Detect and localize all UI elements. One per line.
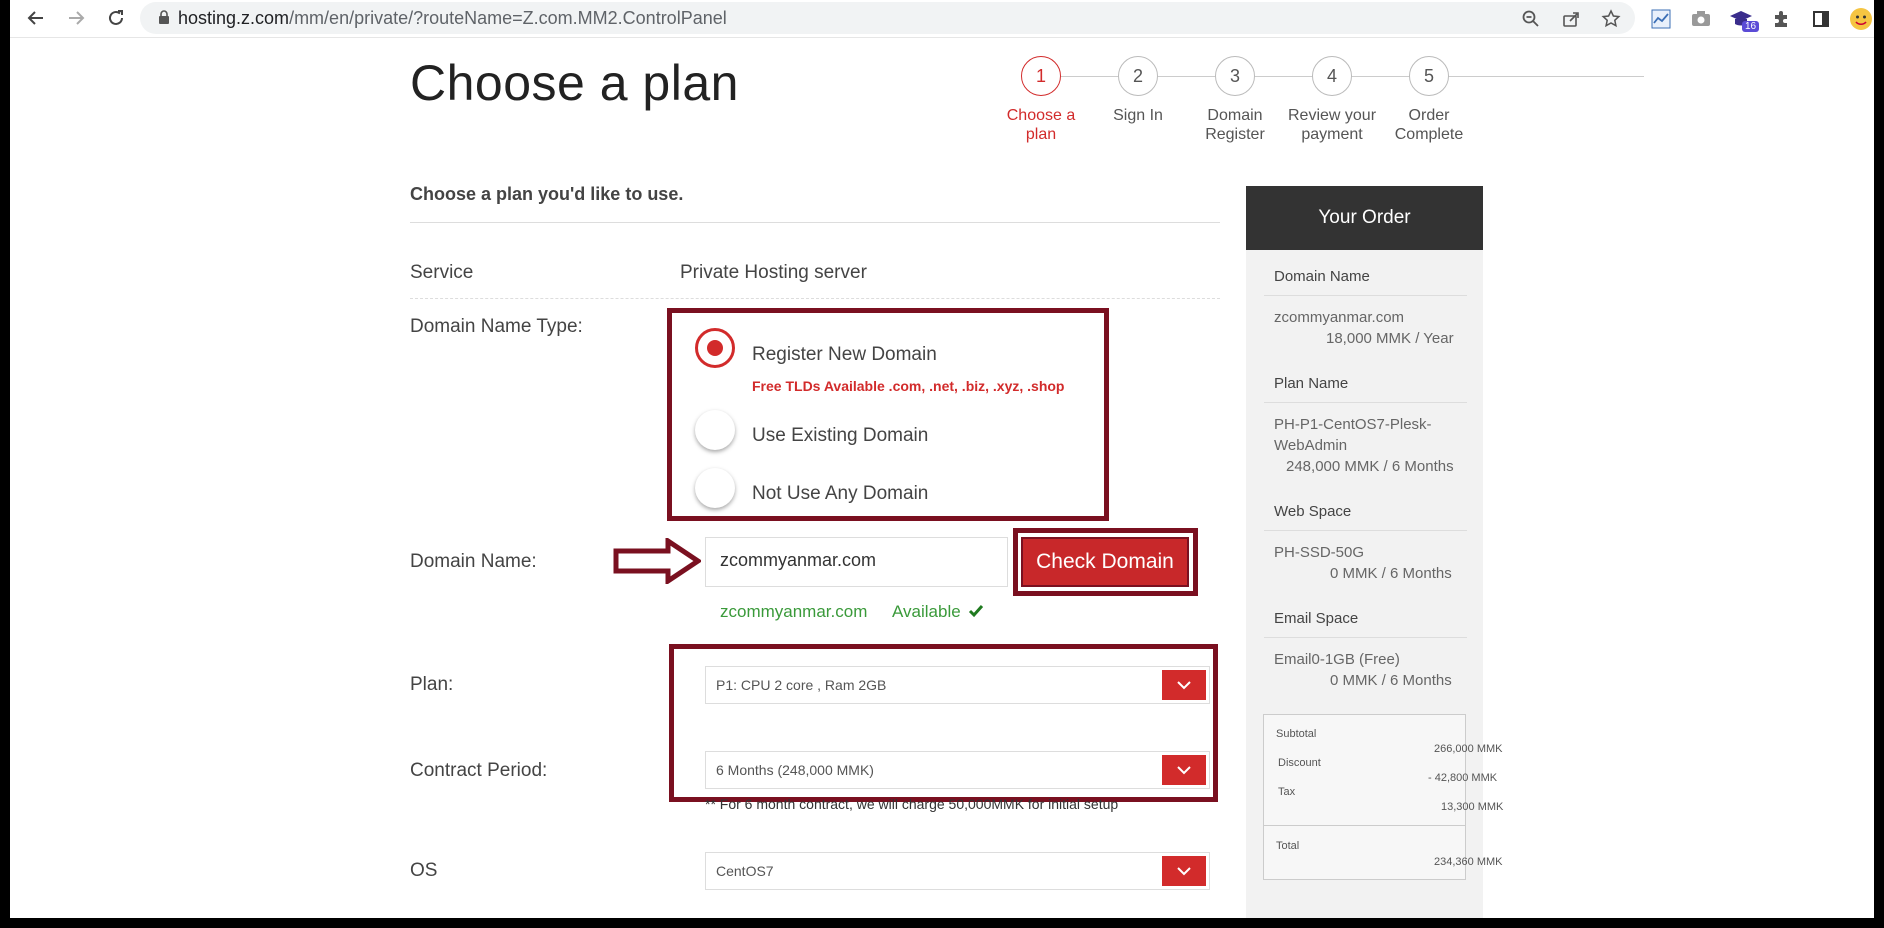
- divider: [1264, 825, 1465, 826]
- step-label: Domain Register: [1205, 107, 1265, 143]
- order-email-price: 0 MMK / 6 Months: [1330, 672, 1452, 689]
- chevron-down-icon[interactable]: [1162, 670, 1206, 700]
- order-plan-name: PH-P1-CentOS7-Plesk-WebAdmin: [1274, 416, 1432, 454]
- step-1: 1 Choose a plan: [986, 56, 1096, 144]
- chevron-down-icon[interactable]: [1162, 856, 1206, 886]
- step-2: 2 Sign In: [1083, 56, 1193, 125]
- step-4: 4 Review your payment: [1277, 56, 1387, 144]
- radio-register-new[interactable]: [695, 328, 735, 368]
- step-label: Review your payment: [1287, 107, 1377, 143]
- divider: [1264, 530, 1467, 531]
- browser-toolbar: hosting.z.com/mm/en/private/?routeName=Z…: [10, 0, 1874, 38]
- step-number: 5: [1409, 56, 1449, 96]
- order-domain-heading: Domain Name: [1274, 268, 1370, 285]
- order-webspace-price: 0 MMK / 6 Months: [1330, 565, 1452, 582]
- radio-use-existing-label[interactable]: Use Existing Domain: [752, 425, 928, 447]
- tax-label: Tax: [1278, 786, 1296, 798]
- divider: [410, 298, 1220, 299]
- os-select-value: CentOS7: [716, 863, 774, 879]
- side-panel-icon[interactable]: [1808, 6, 1834, 32]
- screen: hosting.z.com/mm/en/private/?routeName=Z…: [10, 0, 1874, 918]
- tld-note: Free TLDs Available .com, .net, .biz, .x…: [752, 378, 1065, 394]
- order-plan-price: 248,000 MMK / 6 Months: [1286, 458, 1454, 475]
- contract-label: Contract Period:: [410, 760, 548, 781]
- order-domain-name: zcommyanmar.com: [1274, 309, 1405, 326]
- step-number: 4: [1312, 56, 1352, 96]
- order-email: Email0-1GB (Free): [1274, 651, 1400, 668]
- divider: [1264, 637, 1467, 638]
- lock-icon: [158, 10, 170, 29]
- chart-extension-icon[interactable]: [1648, 6, 1674, 32]
- url-text: hosting.z.com/mm/en/private/?routeName=Z…: [178, 8, 727, 28]
- domain-name-label: Domain Name:: [410, 551, 537, 572]
- check-domain-button[interactable]: Check Domain: [1021, 537, 1189, 587]
- total-label: Total: [1276, 840, 1300, 852]
- step-label: Choose a plan: [1006, 107, 1076, 143]
- order-webspace-heading: Web Space: [1274, 503, 1352, 520]
- subtotal-label: Subtotal: [1276, 728, 1317, 740]
- plan-label: Plan:: [410, 674, 454, 695]
- contract-select[interactable]: 6 Months (248,000 MMK): [705, 751, 1210, 789]
- discount-value: - 42,800 MMK: [1428, 772, 1498, 784]
- order-header: Your Order: [1246, 186, 1483, 250]
- forward-arrow-icon[interactable]: [64, 6, 88, 30]
- divider: [1264, 295, 1467, 296]
- radio-no-domain-label[interactable]: Not Use Any Domain: [752, 483, 928, 505]
- domain-type-label: Domain Name Type:: [410, 316, 583, 337]
- back-arrow-icon[interactable]: [24, 6, 48, 30]
- discount-label: Discount: [1278, 757, 1321, 769]
- step-3: 3 Domain Register: [1180, 56, 1290, 144]
- bookmark-star-icon[interactable]: [1598, 6, 1624, 32]
- order-plan-heading: Plan Name: [1274, 375, 1349, 392]
- share-icon[interactable]: [1558, 6, 1584, 32]
- domain-name-input[interactable]: zcommyanmar.com: [705, 537, 1008, 587]
- os-label: OS: [410, 860, 438, 881]
- os-select[interactable]: CentOS7: [705, 852, 1210, 890]
- availability-domain: zcommyanmar.com: [720, 602, 868, 621]
- camera-icon[interactable]: [1688, 6, 1714, 32]
- total-value: 234,360 MMK: [1434, 856, 1503, 868]
- step-5: 5 Order Complete: [1374, 56, 1484, 144]
- availability-status: Available: [892, 602, 961, 621]
- page-title: Choose a plan: [410, 55, 739, 111]
- subtotal-value: 266,000 MMK: [1434, 743, 1503, 755]
- step-label: Sign In: [1113, 107, 1163, 124]
- arrow-right-icon: [613, 536, 703, 589]
- graduation-cap-icon[interactable]: 16: [1728, 6, 1760, 32]
- radio-register-new-label[interactable]: Register New Domain: [752, 344, 937, 366]
- order-domain-price: 18,000 MMK / Year: [1326, 330, 1454, 347]
- service-label: Service: [410, 262, 474, 283]
- plan-select-value: P1: CPU 2 core , Ram 2GB: [716, 677, 887, 693]
- puzzle-icon[interactable]: [1768, 6, 1794, 32]
- reload-icon[interactable]: [104, 6, 128, 30]
- contract-note: ** For 6 month contract, we will charge …: [705, 796, 1119, 812]
- tax-value: 13,300 MMK: [1441, 801, 1504, 813]
- extension-badge: 16: [1742, 21, 1760, 32]
- divider: [410, 222, 1220, 223]
- radio-use-existing[interactable]: [695, 410, 735, 450]
- step-number: 1: [1021, 56, 1061, 96]
- divider: [1264, 402, 1467, 403]
- contract-select-value: 6 Months (248,000 MMK): [716, 762, 874, 778]
- order-email-heading: Email Space: [1274, 610, 1359, 627]
- section-subtitle: Choose a plan you'd like to use.: [410, 184, 684, 204]
- checkmark-icon: [968, 603, 984, 624]
- service-value: Private Hosting server: [680, 262, 867, 283]
- step-label: Order Complete: [1394, 107, 1464, 143]
- zoom-icon[interactable]: [1518, 6, 1544, 32]
- order-webspace: PH-SSD-50G: [1274, 544, 1365, 561]
- chevron-down-icon[interactable]: [1162, 755, 1206, 785]
- step-number: 3: [1215, 56, 1255, 96]
- step-number: 2: [1118, 56, 1158, 96]
- profile-avatar-icon[interactable]: [1848, 6, 1874, 32]
- plan-select[interactable]: P1: CPU 2 core , Ram 2GB: [705, 666, 1210, 704]
- radio-no-domain[interactable]: [695, 468, 735, 508]
